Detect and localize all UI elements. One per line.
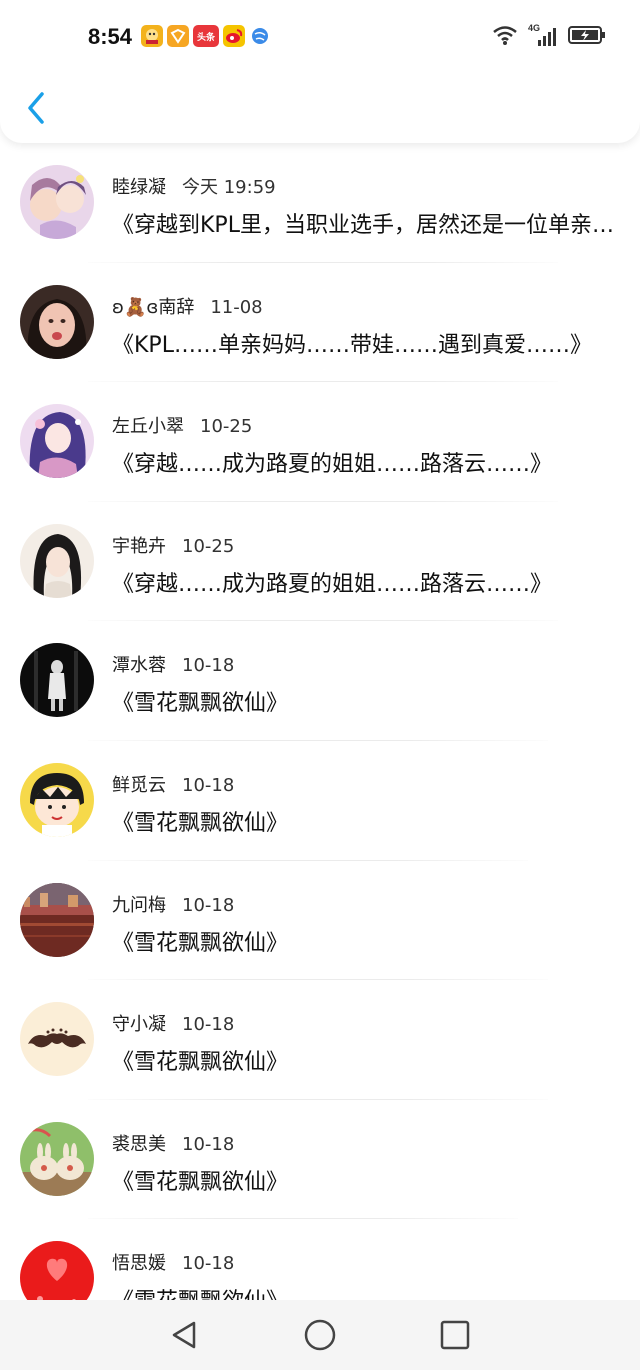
book-title[interactable]: 《雪花飘飘欲仙》 [112, 805, 624, 837]
avatar[interactable] [20, 523, 94, 598]
game-app-icon [141, 25, 163, 47]
post-date: 今天 19:59 [182, 177, 276, 198]
post-date: 10-25 [182, 535, 235, 557]
back-triangle-icon [172, 1321, 196, 1349]
notification-icons: 头条 [141, 25, 271, 47]
list-item[interactable]: 左丘小翠 10-25 《穿越……成为路夏的姐姐……路落云……》 [0, 382, 640, 502]
list-item[interactable]: 九问梅 10-18 《雪花飘飘欲仙》 [0, 861, 640, 981]
avatar[interactable] [20, 643, 94, 718]
list-item[interactable]: 潭水蓉 10-18 《雪花飘飘欲仙》 [0, 621, 640, 741]
list-item[interactable]: 裘思美 10-18 《雪花飘飘欲仙》 [0, 1100, 640, 1220]
user-name[interactable]: ʚ🧸ɞ南辞 [112, 297, 194, 318]
user-name[interactable]: 九问梅 [112, 895, 166, 916]
user-name[interactable]: 守小凝 [112, 1014, 166, 1035]
book-title[interactable]: 《雪花飘飘欲仙》 [112, 1164, 624, 1196]
post-date: 10-18 [182, 1253, 235, 1275]
item-meta: 九问梅 10-18 [112, 891, 234, 917]
item-meta: 潭水蓉 10-18 [112, 651, 234, 677]
item-meta: 裘思美 10-18 [112, 1130, 234, 1156]
item-meta: 左丘小翠 10-25 [112, 412, 252, 438]
avatar[interactable] [20, 1002, 94, 1077]
item-meta: ʚ🧸ɞ南辞 11-08 [112, 293, 263, 319]
user-name[interactable]: 裘思美 [112, 1134, 166, 1155]
list-item[interactable]: 鲜觅云 10-18 《雪花飘飘欲仙》 [0, 741, 640, 861]
user-name[interactable]: 鲜觅云 [112, 775, 166, 796]
item-meta: 鲜觅云 10-18 [112, 771, 234, 797]
post-date: 10-18 [182, 1014, 235, 1036]
header: 8:54 头条 4G [0, 0, 640, 143]
system-icons: 4G [492, 23, 606, 50]
toutiao-app-icon: 头条 [193, 25, 219, 47]
status-time: 8:54 [88, 24, 133, 49]
book-title[interactable]: 《穿越到KPL里，当职业选手，居然还是一位单亲妈妈》 [112, 207, 624, 239]
avatar[interactable] [20, 284, 94, 359]
nav-back-button[interactable] [166, 1317, 202, 1353]
user-name[interactable]: 悟思媛 [112, 1253, 166, 1274]
post-date: 10-18 [182, 655, 235, 677]
recents-square-icon [440, 1320, 470, 1350]
post-date: 11-08 [210, 296, 263, 318]
book-title[interactable]: 《KPL……单亲妈妈……带娃……遇到真爱……》 [112, 327, 624, 359]
back-button[interactable] [20, 90, 54, 126]
nav-recents-button[interactable] [437, 1317, 473, 1353]
status-bar: 8:54 头条 4G [0, 0, 640, 76]
battery-icon [568, 24, 606, 50]
book-title[interactable]: 《雪花飘飘欲仙》 [112, 1044, 624, 1076]
cellular-signal-icon: 4G [528, 23, 558, 48]
nav-home-button[interactable] [302, 1317, 338, 1353]
chevron-left-icon [28, 92, 44, 124]
weibo-app-icon [223, 25, 245, 47]
shield-app-icon [167, 25, 189, 47]
user-name[interactable]: 潭水蓉 [112, 655, 166, 676]
list-item[interactable]: 守小凝 10-18 《雪花飘飘欲仙》 [0, 980, 640, 1100]
user-name[interactable]: 左丘小翠 [112, 416, 184, 437]
book-title[interactable]: 《雪花飘飘欲仙》 [112, 925, 624, 957]
item-meta: 守小凝 10-18 [112, 1010, 234, 1036]
user-name[interactable]: 睦绿凝 [112, 177, 166, 198]
item-meta: 悟思媛 10-18 [112, 1249, 234, 1275]
comment-list: 睦绿凝 今天 19:59 《穿越到KPL里，当职业选手，居然还是一位单亲妈妈》 ʚ… [0, 143, 640, 1339]
post-date: 10-18 [182, 774, 235, 796]
book-title[interactable]: 《雪花飘飘欲仙》 [112, 685, 624, 717]
globe-app-icon [249, 25, 271, 47]
user-name[interactable]: 宇艳卉 [112, 536, 166, 557]
avatar[interactable] [20, 762, 94, 837]
post-date: 10-25 [200, 416, 253, 438]
list-item[interactable]: 睦绿凝 今天 19:59 《穿越到KPL里，当职业选手，居然还是一位单亲妈妈》 [0, 143, 640, 263]
list-item[interactable]: ʚ🧸ɞ南辞 11-08 《KPL……单亲妈妈……带娃……遇到真爱……》 [0, 263, 640, 383]
item-meta: 宇艳卉 10-25 [112, 532, 234, 558]
avatar[interactable] [20, 882, 94, 957]
post-date: 10-18 [182, 1133, 235, 1155]
wifi-icon [492, 24, 518, 50]
book-title[interactable]: 《穿越……成为路夏的姐姐……路落云……》 [112, 446, 624, 478]
avatar[interactable] [20, 1121, 94, 1196]
list-item[interactable]: 宇艳卉 10-25 《穿越……成为路夏的姐姐……路落云……》 [0, 502, 640, 622]
avatar[interactable] [20, 165, 94, 239]
navigation-bar [0, 1300, 640, 1370]
item-meta: 睦绿凝 今天 19:59 [112, 173, 276, 199]
post-date: 10-18 [182, 894, 235, 916]
book-title[interactable]: 《穿越……成为路夏的姐姐……路落云……》 [112, 566, 624, 598]
home-circle-icon [304, 1319, 336, 1351]
avatar[interactable] [20, 404, 94, 479]
